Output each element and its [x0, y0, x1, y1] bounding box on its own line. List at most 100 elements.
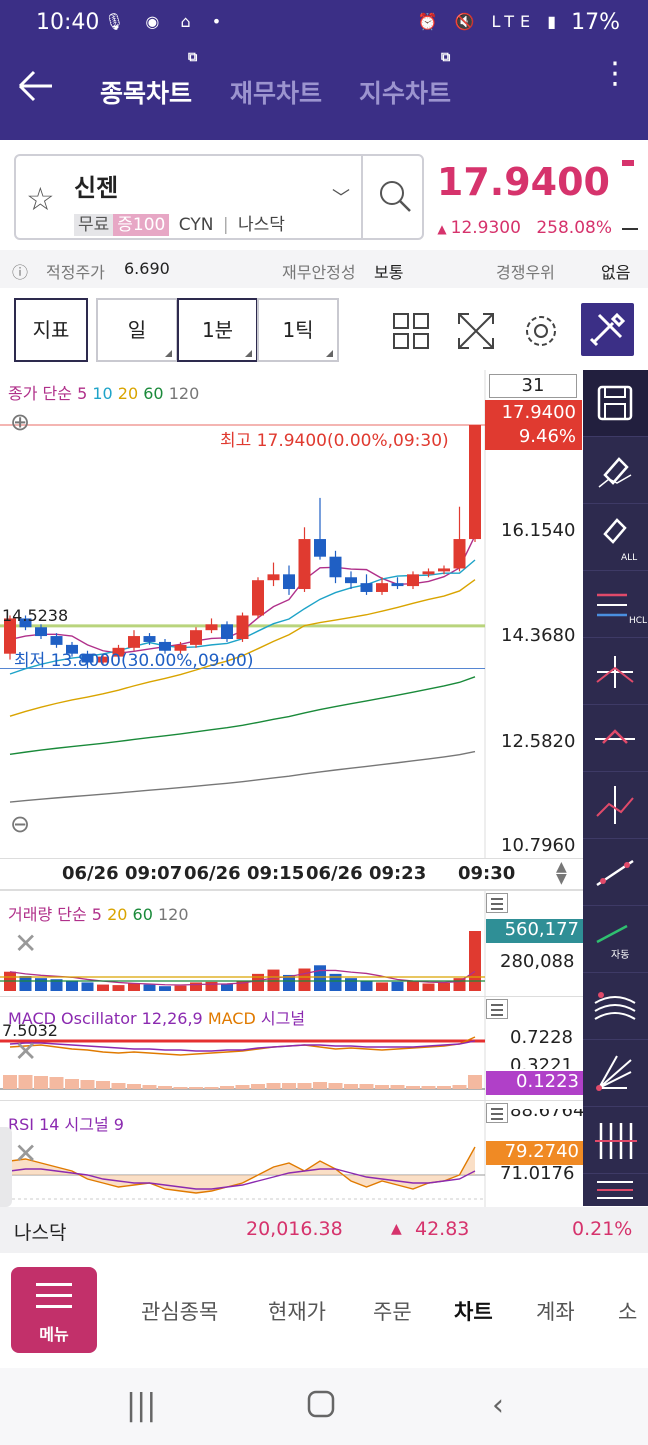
- volume-bar: [422, 983, 435, 991]
- candle-count-box[interactable]: 31: [489, 374, 577, 398]
- fan-lines-icon[interactable]: [583, 973, 648, 1040]
- horizontal-lines-icon[interactable]: [583, 1174, 648, 1206]
- rsi-tick: 88.6764: [510, 1109, 585, 1121]
- vertical-line-icon[interactable]: [583, 772, 648, 839]
- macd-tick: 0.3221: [510, 1055, 573, 1069]
- competitive-label: 경쟁우위: [496, 263, 555, 282]
- macd-oscillator-bar: [406, 1086, 420, 1089]
- peak-line-icon[interactable]: [583, 705, 648, 772]
- nav-chart[interactable]: 차트: [454, 1296, 493, 1326]
- home-icon[interactable]: [305, 1388, 337, 1428]
- nav-order[interactable]: 주문: [373, 1296, 412, 1326]
- index-value: 20,016.38: [246, 1218, 343, 1240]
- search-icon: [380, 181, 411, 212]
- side-drawer-handle[interactable]: [0, 1127, 12, 1207]
- up-triangle-icon: ▲: [391, 1221, 402, 1237]
- scroll-arrows-icon[interactable]: ▲ ▼: [556, 860, 567, 886]
- menu-label: 메뉴: [39, 1325, 69, 1344]
- pane-menu-icon[interactable]: [486, 999, 508, 1019]
- volume-bar: [205, 981, 218, 991]
- layout-grid-icon[interactable]: [386, 306, 436, 356]
- candle-body: [221, 624, 233, 639]
- period-day-button[interactable]: 일: [96, 298, 178, 362]
- settings-gear-icon[interactable]: [516, 306, 566, 356]
- candle-body: [360, 583, 373, 592]
- expand-icon[interactable]: [451, 306, 501, 356]
- zoom-in-icon[interactable]: ⊕: [10, 408, 30, 436]
- tab-financial-chart[interactable]: 재무차트: [230, 74, 322, 110]
- dash-mark: [622, 228, 638, 230]
- erase-all-icon[interactable]: ALL: [583, 504, 648, 571]
- macd-oscillator-bar: [421, 1086, 436, 1089]
- recent-apps-icon[interactable]: |||: [126, 1388, 156, 1423]
- tools-icon[interactable]: [581, 303, 634, 356]
- help-icon[interactable]: ⓘ: [12, 259, 28, 283]
- reference-price: 14.5238: [2, 606, 69, 625]
- macd-oscillator-bar: [297, 1083, 312, 1089]
- period-1tick-button[interactable]: 1틱: [257, 298, 339, 362]
- angle-lines-icon[interactable]: [583, 1040, 648, 1107]
- legend-ma20: 20: [117, 384, 139, 403]
- volume-bar: [81, 982, 94, 991]
- nav-account[interactable]: 계좌: [536, 1296, 575, 1326]
- competitive-value: 없음: [601, 263, 631, 282]
- rsi-pane[interactable]: RSI 14 시그널 9 ✕ 88.6764 79.2740 71.0176: [0, 1100, 585, 1207]
- macd-oscillator-bar: [344, 1084, 358, 1089]
- stock-selector[interactable]: ☆ 신젠 ﹀ 무료 증100 CYN | 나스닥: [14, 154, 424, 240]
- index-change: 42.83: [415, 1218, 470, 1240]
- change-percent: 258.08%: [536, 218, 612, 238]
- price-chart[interactable]: 종가 단순 5 10 20 60 120 31 17.9400 9.46% 최고…: [0, 370, 582, 858]
- chevron-down-icon[interactable]: ﹀: [332, 184, 350, 210]
- pane-menu-icon[interactable]: [486, 1103, 508, 1123]
- pane-menu-icon[interactable]: [486, 893, 508, 913]
- volume-bar: [298, 968, 311, 991]
- macd-oscillator-bar: [127, 1084, 141, 1089]
- indicator-button[interactable]: 지표: [14, 298, 88, 362]
- search-button[interactable]: [361, 156, 424, 238]
- macd-oscillator-bar: [173, 1087, 188, 1089]
- vertical-lines-icon[interactable]: [583, 1107, 648, 1174]
- auto-trend-icon[interactable]: 자동: [583, 906, 648, 973]
- tab-stock-chart[interactable]: ⧉ 종목차트: [100, 50, 197, 110]
- system-nav-bar: ||| ‹: [0, 1368, 648, 1445]
- close-pane-icon[interactable]: ✕: [14, 927, 37, 960]
- back-icon[interactable]: ‹: [492, 1388, 504, 1423]
- close-pane-icon[interactable]: ✕: [14, 1137, 37, 1170]
- top-header: 10:40 🎙 ◉ ⌂ • ⏰ 🔇 LTE ▮ 17% ⧉ 종목차트 재무차트 …: [0, 0, 648, 140]
- tab-index-chart[interactable]: ⧉ 지수차트: [359, 50, 451, 110]
- candle-body: [407, 574, 419, 587]
- candle-body: [252, 580, 264, 616]
- last-percent: 9.46%: [518, 426, 576, 447]
- favorite-star-icon[interactable]: ☆: [26, 180, 55, 218]
- divider: |: [222, 215, 229, 235]
- trend-line-icon[interactable]: [583, 839, 648, 906]
- index-ticker-bar[interactable]: 나스닥 20,016.38 ▲ 42.83 0.21%: [0, 1207, 648, 1253]
- candle-body: [329, 556, 342, 578]
- more-menu-icon[interactable]: ⋮: [600, 59, 630, 89]
- back-arrow-icon[interactable]: [16, 66, 56, 113]
- index-name: 나스닥: [14, 1222, 67, 1244]
- candle-body: [298, 539, 311, 590]
- index-percent: 0.21%: [572, 1218, 633, 1240]
- macd-pane[interactable]: MACD Oscillator 12,26,9 MACD 시그널 ✕ 7.503…: [0, 996, 583, 1101]
- crosshair-line-icon[interactable]: [583, 638, 648, 705]
- volume-pane[interactable]: 거래량 단순 5 20 60 120 ✕ 560,177 280,088: [0, 890, 583, 997]
- volume-bar: [438, 982, 450, 991]
- nav-watchlist[interactable]: 관심종목: [141, 1296, 218, 1326]
- period-1min-button[interactable]: 1분: [177, 298, 258, 362]
- eraser-icon[interactable]: [583, 437, 648, 504]
- menu-button[interactable]: 메뉴: [11, 1267, 97, 1353]
- macd-left-value: 7.5032: [2, 1021, 58, 1040]
- zoom-out-icon[interactable]: ⊖: [10, 810, 30, 838]
- hcl-lines-icon[interactable]: HCL: [583, 571, 648, 638]
- nav-current-price[interactable]: 현재가: [268, 1296, 326, 1326]
- volume-bar: [97, 984, 109, 991]
- nav-more[interactable]: 소: [618, 1296, 637, 1326]
- macd-oscillator-bar: [111, 1083, 126, 1089]
- save-icon[interactable]: [583, 370, 648, 437]
- volume-bar: [112, 985, 125, 991]
- 1min-label: 1분: [201, 318, 234, 342]
- macd-oscillator-bar: [328, 1083, 343, 1089]
- svg-text:HCL: HCL: [629, 616, 647, 626]
- volume-tick: 280,088: [500, 951, 575, 972]
